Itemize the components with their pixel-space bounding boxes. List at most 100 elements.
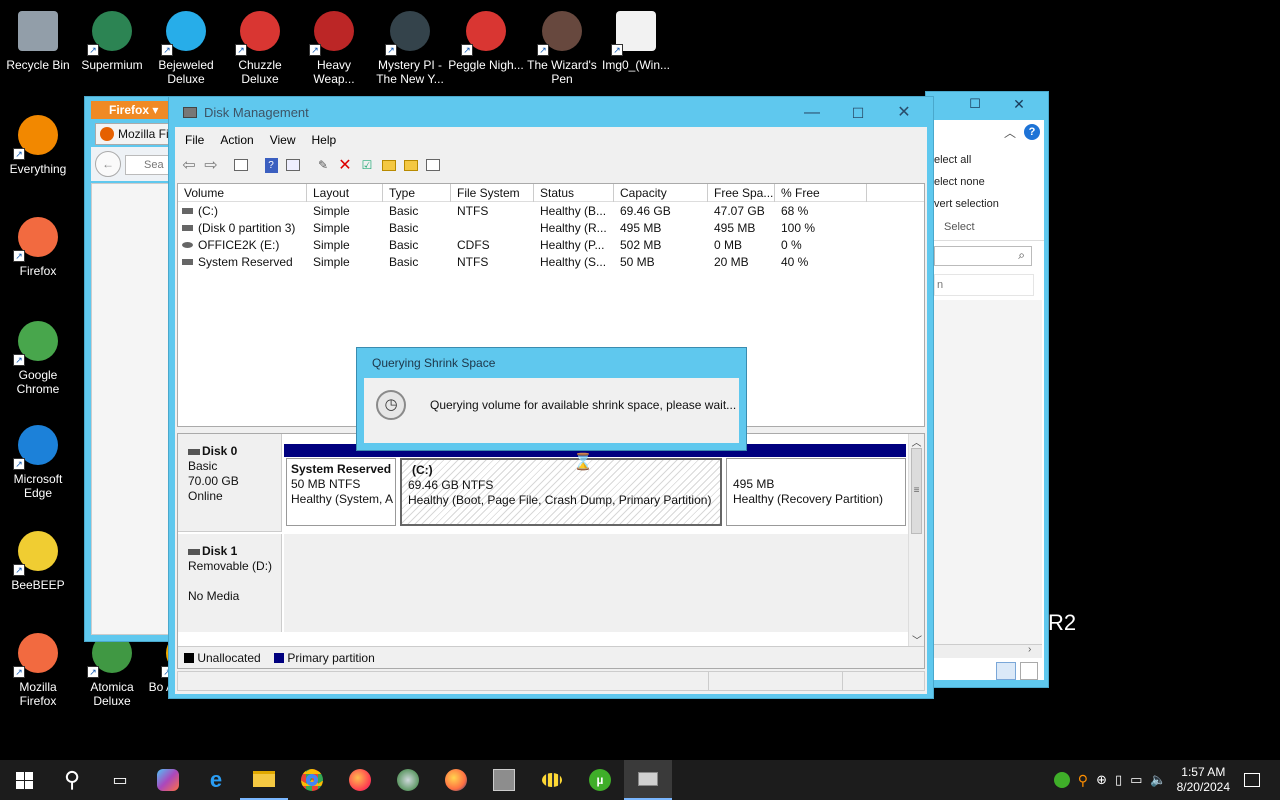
col-free-space[interactable]: Free Spa... — [708, 184, 775, 202]
col-capacity[interactable]: Capacity — [614, 184, 708, 202]
window-titlebar[interactable]: Disk Management — ☐ ✕ — [169, 97, 933, 127]
volume-row[interactable]: (C:) Simple Basic NTFS Healthy (B... 69.46 GB… — [178, 203, 924, 220]
firefox-tab-icon — [100, 127, 114, 141]
disk1-info[interactable]: Disk 1 Removable (D:) No Media — [178, 534, 282, 632]
connect-icon[interactable]: ✎ — [313, 155, 333, 175]
volume-row[interactable]: OFFICE2K (E:) Simple Basic CDFS Healthy (P..… — [178, 237, 924, 254]
supermium-icon: ↗ — [87, 8, 135, 56]
firefox-menu-button[interactable]: Firefox ▾ — [91, 101, 171, 119]
collapse-icon[interactable]: ︿ — [1004, 124, 1016, 141]
taskbar-supermium[interactable] — [384, 760, 432, 800]
details-view-icon[interactable] — [996, 662, 1016, 680]
col-type[interactable]: Type — [383, 184, 451, 202]
notifications-icon[interactable] — [1244, 773, 1260, 787]
scroll-up-button[interactable]: ︿ — [909, 434, 924, 449]
taskbar-file-explorer[interactable] — [240, 760, 288, 800]
list-view-icon[interactable] — [423, 155, 443, 175]
desktop-icon-chuzzle-deluxe[interactable]: ↗ Chuzzle Deluxe — [222, 8, 298, 86]
partition-title: (C:) — [412, 463, 433, 477]
desktop-icon-heavy-weapon[interactable]: ↗ Heavy Weap... — [296, 8, 372, 86]
desktop-icon-supermium[interactable]: ↗ Supermium — [74, 8, 150, 72]
desktop-icon-beebeep[interactable]: ↗ BeeBEEP — [0, 528, 76, 592]
forward-arrow-icon[interactable]: ⇨ — [201, 155, 221, 175]
col-percent-free[interactable]: % Free — [775, 184, 867, 202]
clock[interactable]: 1:57 AM 8/20/2024 — [1177, 765, 1230, 795]
taskbar-app-misc[interactable] — [480, 760, 528, 800]
maximize-button[interactable]: ☐ — [835, 99, 881, 127]
taskbar-copilot[interactable] — [144, 760, 192, 800]
desktop-icon-img0[interactable]: ↗ Img0_(Win... — [598, 8, 674, 72]
task-view-button[interactable]: ▭ — [96, 760, 144, 800]
desktop-icon-everything[interactable]: ↗ Everything — [0, 112, 76, 176]
explorer-search-field[interactable]: ⌕ — [934, 246, 1032, 266]
taskbar-disk-management[interactable] — [624, 760, 672, 800]
desktop-icon-firefox[interactable]: ↗ Firefox — [0, 214, 76, 278]
back-button[interactable]: ← — [95, 151, 121, 177]
shortcut-arrow-icon: ↗ — [13, 458, 25, 470]
desktop-icon-peggle-nights[interactable]: ↗ Peggle Nigh... — [448, 8, 524, 72]
desktop-icon-recycle-bin[interactable]: Recycle Bin — [0, 8, 76, 72]
maximize-button[interactable]: ☐ — [962, 96, 988, 116]
desktop-icon-wizards-pen[interactable]: ↗ The Wizard's Pen — [524, 8, 600, 86]
volume-row[interactable]: (Disk 0 partition 3) Simple Basic Healthy (… — [178, 220, 924, 237]
select-all-button[interactable]: elect all — [934, 154, 971, 166]
start-button[interactable] — [0, 760, 48, 800]
partition-c[interactable]: (C:) 69.46 GB NTFS Healthy (Boot, Page F… — [400, 458, 722, 526]
help-icon[interactable]: ? — [1024, 124, 1040, 140]
firefox-tab[interactable]: Mozilla Fi — [95, 123, 175, 145]
col-status[interactable]: Status — [534, 184, 614, 202]
menu-file[interactable]: File — [177, 129, 212, 151]
properties-icon[interactable] — [283, 155, 303, 175]
network-icon[interactable]: ⊕ — [1096, 772, 1107, 788]
volume-row[interactable]: System Reserved Simple Basic NTFS Healthy (S… — [178, 254, 924, 271]
help-book-icon[interactable]: ? — [261, 155, 281, 175]
taskbar-utorrent[interactable]: µ — [576, 760, 624, 800]
col-volume[interactable]: Volume — [178, 184, 307, 202]
invert-selection-button[interactable]: vert selection — [934, 198, 999, 210]
vertical-scrollbar[interactable]: ︿ ≡ ﹀ — [908, 434, 925, 647]
taskbar-beebeep[interactable] — [528, 760, 576, 800]
search-button[interactable]: ⚲ — [48, 760, 96, 800]
toolbar: ⇦ ⇨ ? ✎ ✕ ☑ — [179, 153, 445, 177]
display-icon[interactable]: ▭ — [1130, 772, 1142, 788]
scroll-down-button[interactable]: ﹀ — [909, 632, 925, 647]
console-tree-icon[interactable] — [231, 155, 251, 175]
desktop-icon-label: Atomica Deluxe — [90, 680, 134, 708]
minimize-button[interactable]: — — [789, 99, 835, 127]
disk0-info[interactable]: Disk 0 Basic 70.00 GB Online — [178, 434, 282, 532]
scroll-thumb[interactable]: ≡ — [911, 448, 922, 534]
back-arrow-icon[interactable]: ⇦ — [179, 155, 199, 175]
desktop-icon-mozilla-firefox[interactable]: ↗ Mozilla Firefox — [0, 630, 76, 708]
col-filesystem[interactable]: File System — [451, 184, 534, 202]
taskbar-firefox[interactable] — [336, 760, 384, 800]
menu-view[interactable]: View — [262, 129, 304, 151]
close-button[interactable]: ✕ — [881, 99, 927, 127]
taskbar-ie[interactable]: e — [192, 760, 240, 800]
scroll-right-button[interactable]: › — [1028, 644, 1031, 655]
volume-muted-icon[interactable]: 🔈 — [1150, 772, 1166, 788]
large-icons-view-icon[interactable] — [1020, 662, 1038, 680]
taskbar-mozilla-firefox[interactable] — [432, 760, 480, 800]
close-button[interactable]: ✕ — [1006, 96, 1032, 116]
desktop-icon-mystery-pi[interactable]: ↗ Mystery PI - The New Y... — [372, 8, 448, 86]
everything-tray-icon[interactable]: ⚲ — [1078, 772, 1088, 789]
usb-icon[interactable]: ▯ — [1115, 772, 1122, 788]
partition-system-reserved[interactable]: System Reserved 50 MB NTFS Healthy (Syst… — [286, 458, 396, 526]
legend-unallocated-swatch — [184, 653, 194, 663]
desktop-icon-google-chrome[interactable]: ↗ Google Chrome — [0, 318, 76, 396]
legend-primary: Primary partition — [287, 651, 375, 665]
partition-recovery[interactable]: 495 MB Healthy (Recovery Partition) — [726, 458, 906, 526]
checklist-icon[interactable]: ☑ — [357, 155, 377, 175]
taskbar-chrome[interactable] — [288, 760, 336, 800]
delete-icon[interactable]: ✕ — [335, 155, 355, 175]
col-layout[interactable]: Layout — [307, 184, 383, 202]
desktop-icon-bejeweled-deluxe[interactable]: ↗ Bejeweled Deluxe — [148, 8, 224, 86]
menu-help[interactable]: Help — [304, 129, 345, 151]
select-none-button[interactable]: elect none — [934, 176, 985, 188]
desktop-icon-microsoft-edge[interactable]: ↗ Microsoft Edge — [0, 422, 76, 500]
search-folder-icon[interactable] — [401, 155, 421, 175]
google-chrome-icon: ↗ — [13, 318, 61, 366]
open-folder-icon[interactable] — [379, 155, 399, 175]
menu-action[interactable]: Action — [212, 129, 261, 151]
utorrent-tray-icon[interactable] — [1053, 772, 1070, 788]
